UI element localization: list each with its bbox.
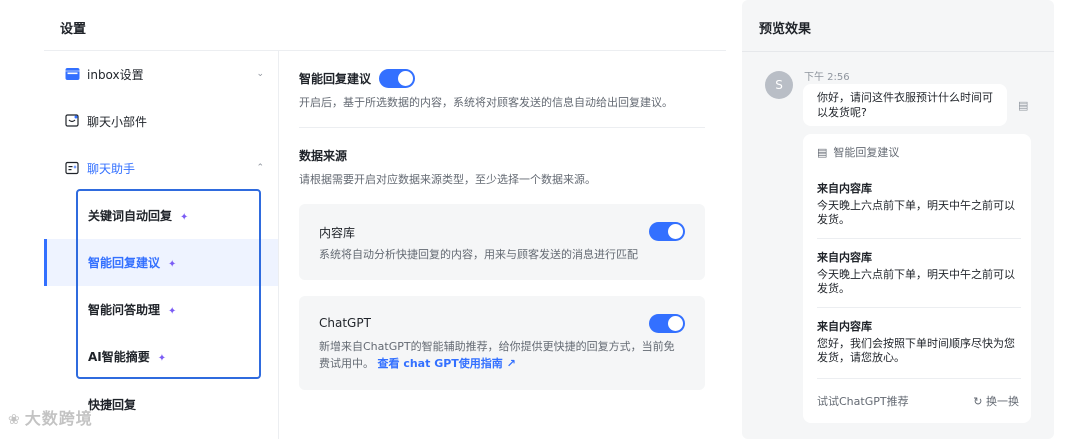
refresh-icon: ↻ [973,395,983,408]
refresh-label: 换一换 [986,395,1019,408]
suggestion-divider [817,307,1021,308]
smart-reply-toggle[interactable] [379,69,416,88]
sidebar-subitem-label: 快捷回复 [88,398,137,412]
refresh-button[interactable]: ↻ 换一换 [973,393,1019,409]
watermark-logo-icon: ❀ [8,412,21,428]
message-icon[interactable]: ▤ [1018,99,1028,112]
sidebar-item-chat-assistant[interactable]: 聊天助手 ⌃ [44,145,278,191]
suggestion-text: 今天晚上六点前下单，明天中午之前可以发货。 [817,199,1015,226]
suggestion-item[interactable]: 来自内容库 今天晚上六点前下单，明天中午之前可以发货。 [817,249,1021,296]
section-divider [299,127,705,128]
inbox-icon [64,66,80,82]
sidebar-item-chat-widget[interactable]: 聊天小部件 [44,98,278,144]
suggestion-source: 来自内容库 [817,320,872,333]
suggestion-item[interactable]: 来自内容库 今天晚上六点前下单，明天中午之前可以发货。 [817,180,1021,227]
chevron-down-icon[interactable]: ⌄ [256,69,264,79]
highlight-box [76,189,261,379]
smart-reply-desc: 开启后，基于所选数据的内容，系统将对顾客发送的信息自动给出回复建议。 [299,96,673,109]
data-source-desc: 请根据需要开启对应数据来源类型，至少选择一个数据来源。 [299,173,596,186]
smart-reply-title: 智能回复建议 [299,72,372,86]
sidebar-item-label: 聊天助手 [87,161,136,176]
chevron-up-icon[interactable]: ⌃ [256,163,264,173]
page-title: 设置 [60,22,87,37]
content-lib-toggle[interactable] [649,222,685,241]
external-link-icon: ↗ [506,357,516,370]
suggestion-source: 来自内容库 [817,251,872,264]
smart-reply-row: 智能回复建议 [299,69,416,88]
suggestion-item[interactable]: 来自内容库 您好，我们会按照下单时间顺序尽快为您发货，请您放心。 [817,318,1021,365]
sidebar-item-inbox[interactable]: inbox设置 ⌄ [44,51,278,97]
customer-message: 你好，请问这件衣服预计什么时间可以发货呢? [803,84,1007,126]
sidebar-item-label: 聊天小部件 [87,114,148,129]
suggestion-header-label: 智能回复建议 [833,146,900,159]
suggestion-source: 来自内容库 [817,182,872,195]
chatgpt-guide-link[interactable]: 查看 chat GPT使用指南 ↗ [378,357,516,370]
suggestion-text: 您好，我们会按照下单时间顺序尽快为您发货，请您放心。 [817,337,1015,364]
try-chatgpt-button[interactable]: 试试ChatGPT推荐 [817,393,909,409]
chatgpt-desc: 新增来自ChatGPT的智能辅助推荐，给你提供更快捷的回复方式，当前免费试用中。… [319,338,679,372]
chatgpt-card: ChatGPT 新增来自ChatGPT的智能辅助推荐，给你提供更快捷的回复方式，… [299,296,705,390]
chatgpt-title: ChatGPT [319,316,371,330]
suggestion-divider [817,378,1021,379]
preview-divider [742,51,1054,52]
selection-indicator [44,239,47,286]
chat-bubble-icon: ▤ [817,145,828,159]
suggestion-divider [817,238,1021,239]
sidebar: inbox设置 ⌄ 聊天小部件 聊天助手 ⌃ 关键词自动回复 ✦ 智能回复建议 ✦ … [44,51,279,439]
chatgpt-toggle[interactable] [649,314,685,333]
suggestion-panel: ▤ 智能回复建议 来自内容库 今天晚上六点前下单，明天中午之前可以发货。 来自内… [803,134,1031,423]
content-lib-desc: 系统将自动分析快捷回复的内容，用来与顾客发送的消息进行匹配 [319,248,638,261]
suggestion-text: 今天晚上六点前下单，明天中午之前可以发货。 [817,268,1015,295]
avatar: S [765,71,793,99]
content-lib-title: 内容库 [319,226,356,240]
message-time: 下午 2:56 [804,72,850,83]
watermark-text: 大数跨境 [24,409,93,428]
data-source-title: 数据来源 [299,149,348,163]
sidebar-item-label: inbox设置 [87,67,144,82]
suggestion-header: ▤ 智能回复建议 [817,144,899,160]
preview-panel: 预览效果 S 下午 2:56 你好，请问这件衣服预计什么时间可以发货呢? ▤ ▤… [742,0,1054,439]
assistant-icon [64,160,80,176]
watermark: ❀ 大数跨境 [8,405,93,429]
preview-title: 预览效果 [759,22,812,37]
chat-widget-icon [64,113,80,129]
content-lib-card: 内容库 系统将自动分析快捷回复的内容，用来与顾客发送的消息进行匹配 [299,204,705,280]
